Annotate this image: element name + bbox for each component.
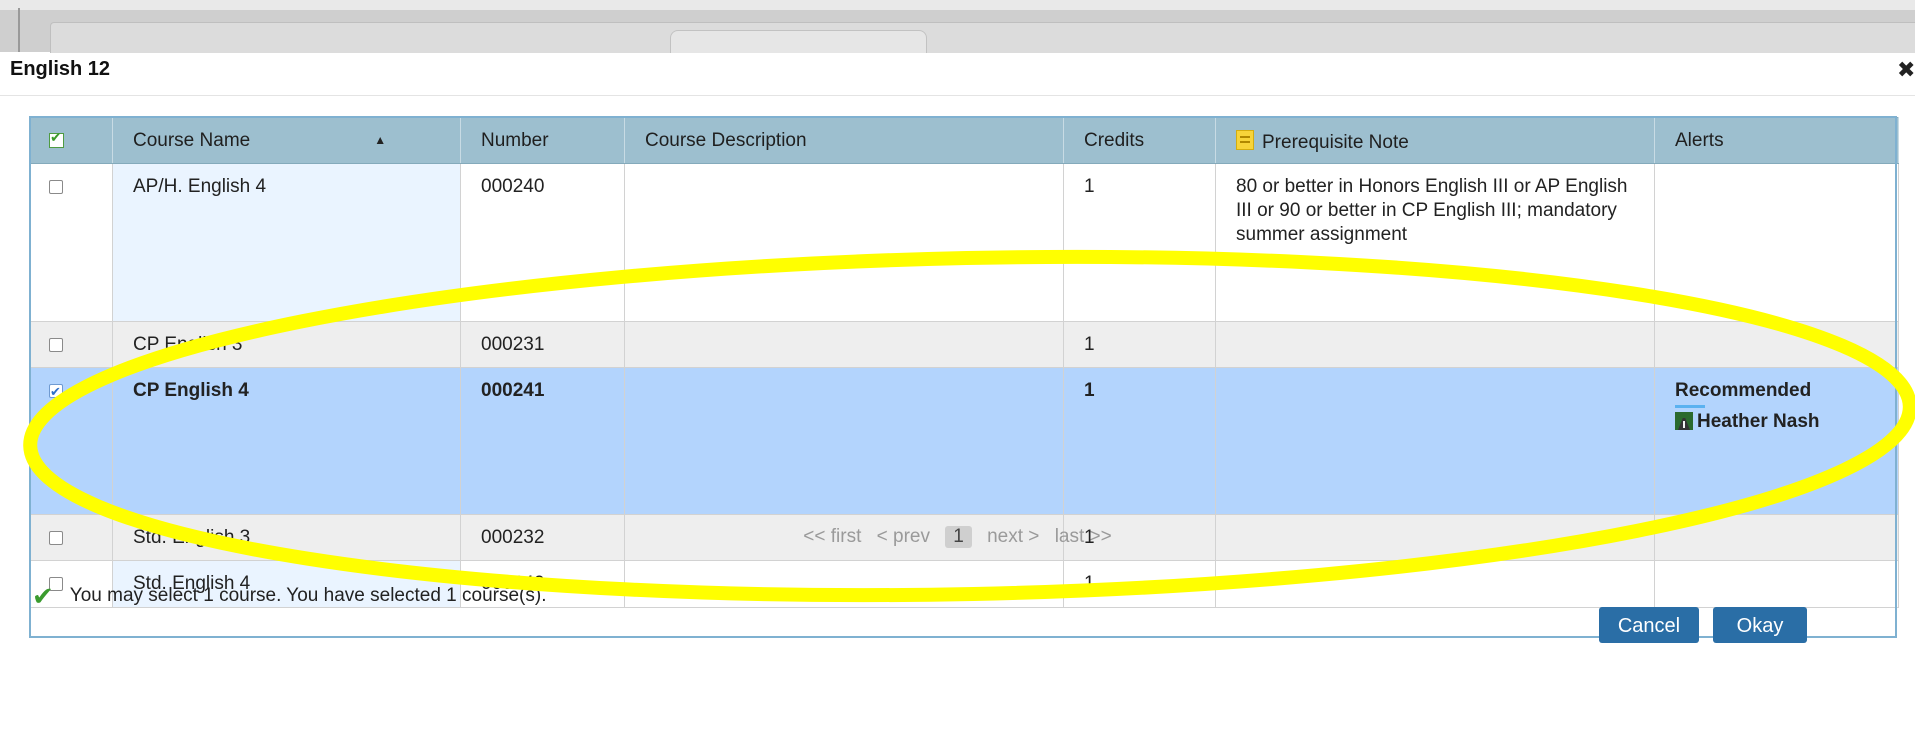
pager-first[interactable]: << first — [803, 526, 861, 547]
column-course-name[interactable]: Course Name ▲ — [112, 117, 461, 164]
table-row[interactable]: CP English 3 000231 1 — [30, 321, 1899, 368]
row-select-cell[interactable] — [30, 367, 113, 515]
select-all-column[interactable] — [30, 117, 113, 164]
column-label: Prerequisite Note — [1262, 131, 1409, 153]
column-label: Credits — [1084, 129, 1145, 151]
course-alerts: Recommended Heather Nash — [1654, 367, 1899, 515]
course-description — [624, 367, 1064, 515]
road-icon — [1675, 412, 1693, 430]
course-number: 000231 — [460, 321, 625, 368]
prerequisite-note: 80 or better in Honors English III or AP… — [1215, 163, 1655, 322]
pager-next[interactable]: next > — [987, 526, 1039, 547]
course-number: 000240 — [460, 163, 625, 322]
prerequisite-note — [1215, 560, 1655, 608]
row-checkbox[interactable] — [49, 180, 63, 194]
course-credits: 1 — [1063, 163, 1216, 322]
title-divider — [0, 95, 1915, 96]
row-checkbox-checked[interactable] — [49, 380, 63, 404]
course-credits: 1 — [1063, 560, 1216, 608]
close-icon[interactable]: ✖ — [1897, 57, 1915, 83]
course-alerts — [1654, 321, 1899, 368]
course-alerts — [1654, 163, 1899, 322]
course-number: 000241 — [460, 367, 625, 515]
sort-ascending-icon[interactable]: ▲ — [374, 133, 386, 147]
background-window-strip — [0, 0, 1915, 53]
alert-recommended: Recommended — [1675, 380, 1812, 401]
course-name: CP English 4 — [112, 367, 461, 515]
dialog-title: English 12 — [10, 58, 111, 80]
checkmark-icon: ✔ — [32, 581, 54, 611]
background-tab — [50, 22, 1915, 53]
course-description — [624, 321, 1064, 368]
course-credits: 1 — [1063, 367, 1216, 515]
background-tab-secondary — [670, 30, 927, 53]
column-label: Course Description — [645, 129, 807, 151]
table-header-row: Course Name ▲ Number Course Description C… — [30, 117, 1899, 164]
course-credits: 1 — [1063, 321, 1216, 368]
pager-prev[interactable]: < prev — [877, 526, 930, 547]
row-select-cell[interactable] — [30, 163, 113, 322]
selection-status: ✔ You may select 1 course. You have selec… — [32, 577, 547, 611]
table-row-selected[interactable]: CP English 4 000241 1 Recommended Heathe… — [30, 367, 1899, 515]
status-message: You may select 1 course. You have select… — [69, 585, 547, 606]
column-label: Course Name — [133, 129, 251, 151]
column-prerequisite-note[interactable]: Prerequisite Note — [1215, 117, 1655, 164]
column-number[interactable]: Number — [460, 117, 625, 164]
column-credits[interactable]: Credits — [1063, 117, 1216, 164]
course-alerts — [1654, 560, 1899, 608]
select-all-checkbox[interactable] — [49, 129, 64, 148]
row-checkbox[interactable] — [49, 338, 63, 352]
okay-button[interactable]: Okay — [1713, 607, 1807, 643]
column-course-description[interactable]: Course Description — [624, 117, 1064, 164]
column-label: Alerts — [1675, 129, 1724, 151]
prerequisite-note — [1215, 321, 1655, 368]
note-icon — [1236, 129, 1254, 150]
table-row[interactable]: AP/H. English 4 000240 1 80 or better in… — [30, 163, 1899, 322]
background-divider — [18, 8, 20, 52]
prerequisite-note — [1215, 367, 1655, 515]
course-name: AP/H. English 4 — [112, 163, 461, 322]
row-select-cell[interactable] — [30, 321, 113, 368]
alert-person[interactable]: Heather Nash — [1697, 411, 1820, 432]
column-alerts[interactable]: Alerts — [1654, 117, 1899, 164]
column-label: Number — [481, 129, 549, 151]
course-description — [624, 560, 1064, 608]
course-name: CP English 3 — [112, 321, 461, 368]
course-description — [624, 163, 1064, 322]
cancel-button[interactable]: Cancel — [1599, 607, 1699, 643]
pagination: << first < prev 1 next > last >> — [0, 526, 1915, 548]
pager-last[interactable]: last >> — [1055, 526, 1112, 547]
alert-divider — [1675, 405, 1705, 408]
pager-current-page[interactable]: 1 — [945, 526, 972, 548]
